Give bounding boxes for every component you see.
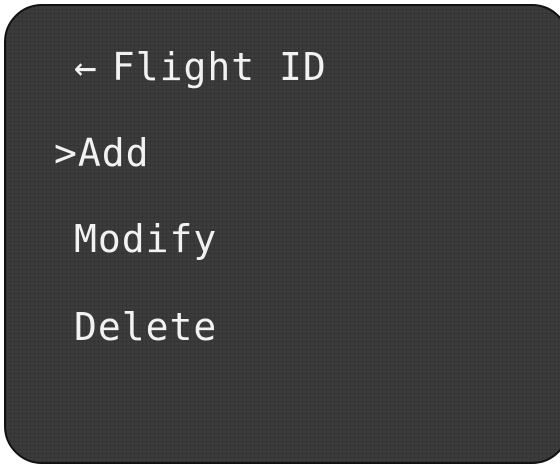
selection-cursor-icon: >	[54, 131, 78, 175]
menu-item-label: Add	[77, 131, 150, 175]
menu-item-delete[interactable]: Delete	[74, 304, 217, 350]
menu-item-label: Modify	[74, 217, 218, 261]
menu-item-label: Delete	[74, 305, 218, 349]
header-bar: ← Flight ID	[74, 44, 327, 90]
back-arrow-icon[interactable]: ←	[74, 44, 98, 90]
menu-item-add[interactable]: >Add	[54, 130, 150, 176]
menu-screen: ← Flight ID >Add Modify Delete	[4, 4, 560, 464]
page-title: Flight ID	[111, 45, 327, 89]
menu-item-modify[interactable]: Modify	[74, 216, 217, 262]
